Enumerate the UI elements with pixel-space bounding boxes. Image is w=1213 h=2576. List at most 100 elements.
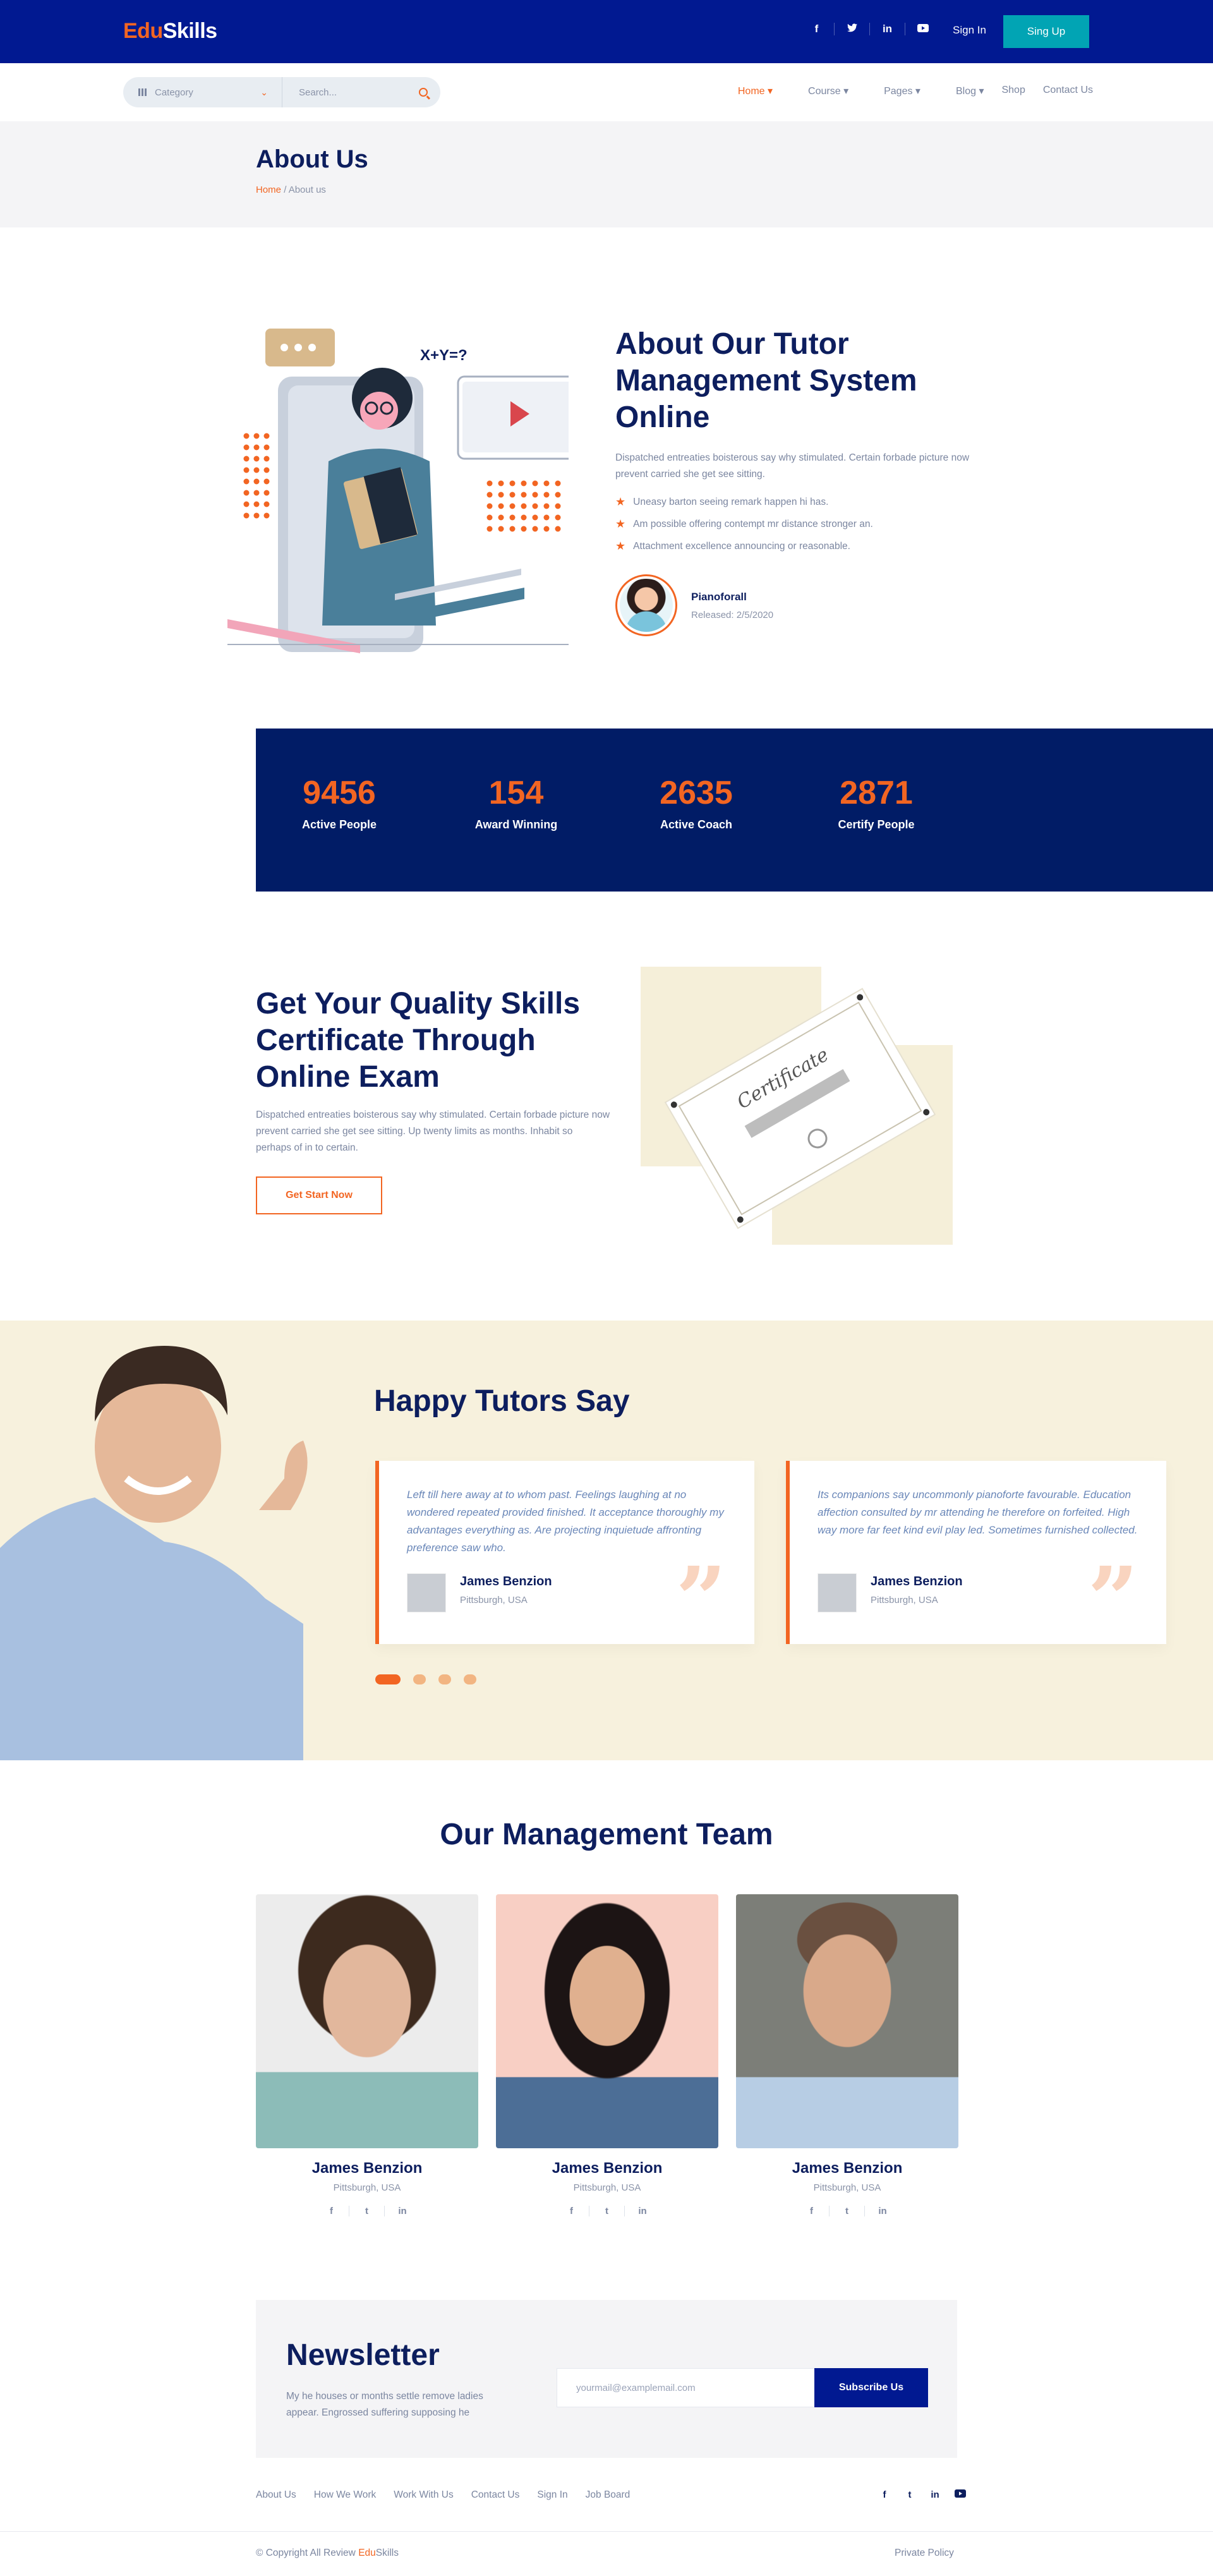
certificate-text: Dispatched entreaties boisterous say why…	[256, 1110, 610, 1153]
list-item: ★ Uneasy barton seeing remark happen hi h…	[615, 495, 829, 508]
testimonial-location: Pittsburgh, USA	[460, 1595, 528, 1605]
twitter-icon[interactable]	[835, 23, 870, 35]
footer-link[interactable]: How We Work	[314, 2489, 376, 2501]
member-name: James Benzion	[311, 2160, 423, 2177]
team-member: James Benzion Pittsburgh, USA f t in	[736, 1894, 958, 2216]
certificate-title: Get Your Quality Skills Certificate Thro…	[256, 987, 581, 1094]
search-icon[interactable]	[419, 88, 428, 97]
facebook-icon[interactable]: f	[872, 2489, 897, 2500]
search-input[interactable]: Search...	[282, 87, 440, 98]
footer-link[interactable]: About Us	[256, 2489, 296, 2501]
member-photo	[736, 1894, 958, 2148]
testimonials-section: Happy Tutors Say Left till here away at …	[0, 1321, 1213, 1760]
stat-item: 9456 Active People	[301, 775, 377, 831]
testimonial-card: Its companions say uncommonly pianoforte…	[786, 1461, 1166, 1644]
search-placeholder: Search...	[299, 87, 337, 98]
star-icon: ★	[615, 540, 626, 552]
menu-contact[interactable]: Contact Us	[1043, 85, 1093, 97]
category-label: Category	[155, 87, 193, 98]
linkedin-icon[interactable]: in	[922, 2489, 948, 2500]
member-location: Pittsburgh, USA	[813, 2182, 881, 2193]
facebook-icon[interactable]: f	[314, 2206, 349, 2216]
subscribe-button[interactable]: Subscribe Us	[814, 2368, 928, 2407]
email-field[interactable]: yourmail@examplemail.com	[557, 2368, 817, 2407]
chevron-down-icon: ⌄	[260, 87, 268, 97]
page-header: About Us Home / About us	[0, 121, 1213, 227]
stat-item: 2871 Certify People	[838, 775, 915, 831]
list-item: ★ Attachment excellence announcing or rea…	[615, 540, 850, 552]
member-name: James Benzion	[552, 2160, 663, 2177]
privacy-link[interactable]: Private Policy	[895, 2548, 954, 2559]
avatar	[615, 574, 677, 636]
author-name: Pianoforall	[691, 590, 747, 603]
star-icon: ★	[615, 495, 626, 508]
sign-up-button[interactable]: Sing Up	[1003, 15, 1089, 48]
twitter-icon[interactable]: t	[349, 2206, 385, 2216]
youtube-icon[interactable]	[948, 2489, 973, 2500]
member-photo	[496, 1894, 718, 2148]
team-member: James Benzion Pittsburgh, USA f t in	[256, 1894, 478, 2216]
facebook-icon[interactable]: f	[799, 23, 835, 35]
footer-links: About Us How We Work Work With Us Contac…	[256, 2489, 648, 2501]
footer-link[interactable]: Contact Us	[471, 2489, 520, 2501]
site-logo[interactable]: EduSkills	[123, 19, 217, 44]
testimonials-title: Happy Tutors Say	[374, 1384, 630, 1418]
twitter-icon[interactable]: t	[897, 2489, 922, 2500]
about-title: About Our Tutor Management System Online	[615, 327, 917, 434]
facebook-icon[interactable]: f	[554, 2206, 589, 2216]
carousel-dot[interactable]	[438, 1674, 451, 1684]
menu-pages[interactable]: Pages ▾	[866, 85, 920, 97]
member-name: James Benzion	[792, 2160, 903, 2177]
about-text: Dispatched entreaties boisterous say why…	[615, 452, 970, 480]
testimonial-text: Left till here away at to whom past. Fee…	[407, 1489, 724, 1554]
team-member: James Benzion Pittsburgh, USA f t in	[496, 1894, 718, 2216]
breadcrumb-home[interactable]: Home	[256, 184, 281, 195]
menu-blog[interactable]: Blog ▾	[938, 85, 984, 97]
member-photo	[256, 1894, 478, 2148]
twitter-icon[interactable]: t	[589, 2206, 625, 2216]
stat-item: 2635 Active Coach	[660, 775, 733, 831]
search-bar: Category ⌄ Search...	[123, 77, 440, 107]
linkedin-icon[interactable]: in	[625, 2206, 660, 2216]
menu-course[interactable]: Course ▾	[790, 85, 848, 97]
footer-link[interactable]: Job Board	[586, 2489, 631, 2501]
sign-in-link[interactable]: Sign In	[953, 24, 986, 37]
testimonial-text: Its companions say uncommonly pianoforte…	[818, 1489, 1138, 1536]
menu-shop[interactable]: Shop	[1001, 85, 1025, 97]
member-location: Pittsburgh, USA	[333, 2182, 401, 2193]
testimonial-name: James Benzion	[871, 1575, 963, 1588]
twitter-icon[interactable]: t	[830, 2206, 865, 2216]
carousel-dot[interactable]	[464, 1674, 476, 1684]
testimonial-location: Pittsburgh, USA	[871, 1595, 938, 1605]
get-start-button[interactable]: Get Start Now	[256, 1176, 382, 1214]
tutor-photo	[0, 1321, 341, 1760]
header-social: f in	[799, 23, 941, 35]
page-title: About Us	[256, 145, 368, 173]
main-navbar: Category ⌄ Search... Home ▾ Course ▾ Page…	[0, 63, 1213, 121]
testimonial-name: James Benzion	[460, 1575, 552, 1588]
quote-icon: ”	[1087, 1548, 1138, 1652]
member-location: Pittsburgh, USA	[573, 2182, 641, 2193]
footer-social: f t in	[872, 2489, 973, 2500]
member-social: f t in	[496, 2206, 718, 2216]
linkedin-icon[interactable]: in	[385, 2206, 420, 2216]
footer-link[interactable]: Work With Us	[394, 2489, 453, 2501]
footer-link[interactable]: Sign In	[537, 2489, 567, 2501]
breadcrumb-current: About us	[288, 184, 326, 195]
carousel-dot[interactable]	[413, 1674, 426, 1684]
author-block: Pianoforall Released: 2/5/2020	[615, 574, 969, 636]
category-dropdown[interactable]: Category ⌄	[123, 77, 282, 107]
illus-formula: X+Y=?	[420, 347, 468, 364]
avatar	[407, 1573, 446, 1612]
youtube-icon[interactable]	[905, 23, 941, 35]
newsletter-section: Newsletter My he houses or months settle…	[256, 2300, 957, 2458]
about-illustration: X+Y=?	[227, 316, 586, 657]
linkedin-icon[interactable]: in	[870, 23, 905, 35]
certificate-section: Get Your Quality Skills Certificate Thro…	[256, 986, 610, 1214]
main-menu: Home ▾ Course ▾ Pages ▾ Blog ▾ Shop Cont…	[703, 85, 1093, 97]
carousel-dot[interactable]	[375, 1674, 401, 1684]
linkedin-icon[interactable]: in	[865, 2206, 900, 2216]
carousel-dots	[375, 1674, 489, 1684]
facebook-icon[interactable]: f	[794, 2206, 830, 2216]
menu-home[interactable]: Home ▾	[720, 85, 773, 97]
